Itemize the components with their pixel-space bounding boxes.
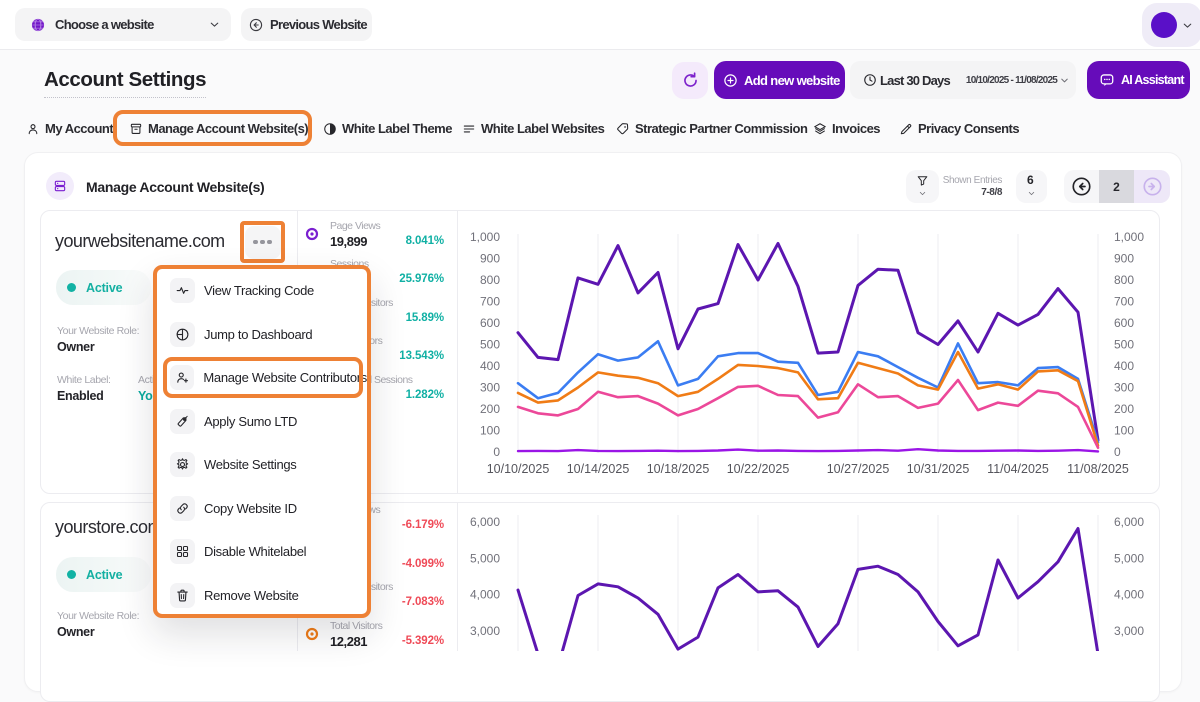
svg-text:5,000: 5,000 [1114,551,1144,565]
svg-text:700: 700 [480,295,500,309]
svg-text:10/18/2025: 10/18/2025 [647,462,710,476]
svg-text:6,000: 6,000 [1114,515,1144,529]
svg-text:400: 400 [1114,359,1134,373]
svg-text:400: 400 [480,359,500,373]
svg-text:200: 200 [480,402,500,416]
svg-text:700: 700 [1114,295,1134,309]
svg-text:4,000: 4,000 [470,588,500,602]
svg-text:10/14/2025: 10/14/2025 [567,462,630,476]
svg-text:10/27/2025: 10/27/2025 [827,462,890,476]
svg-text:4,000: 4,000 [1114,588,1144,602]
svg-text:500: 500 [480,338,500,352]
svg-text:0: 0 [493,445,500,459]
svg-text:800: 800 [1114,273,1134,287]
svg-text:300: 300 [480,381,500,395]
svg-text:100: 100 [1114,424,1134,438]
svg-text:6,000: 6,000 [470,515,500,529]
svg-text:200: 200 [1114,402,1134,416]
svg-text:800: 800 [480,273,500,287]
svg-text:600: 600 [480,316,500,330]
svg-text:500: 500 [1114,338,1134,352]
svg-text:11/08/2025: 11/08/2025 [1067,462,1129,476]
svg-text:100: 100 [480,424,500,438]
svg-text:300: 300 [1114,381,1134,395]
svg-text:0: 0 [1114,445,1121,459]
svg-text:3,000: 3,000 [1114,624,1144,638]
svg-text:1,000: 1,000 [470,230,500,244]
svg-text:10/10/2025: 10/10/2025 [487,462,550,476]
svg-text:600: 600 [1114,316,1134,330]
svg-text:1,000: 1,000 [1114,230,1144,244]
svg-text:10/22/2025: 10/22/2025 [727,462,790,476]
svg-text:900: 900 [480,252,500,266]
svg-text:5,000: 5,000 [470,551,500,565]
svg-text:11/04/2025: 11/04/2025 [987,462,1049,476]
svg-text:900: 900 [1114,252,1134,266]
svg-text:3,000: 3,000 [470,624,500,638]
svg-text:10/31/2025: 10/31/2025 [907,462,970,476]
